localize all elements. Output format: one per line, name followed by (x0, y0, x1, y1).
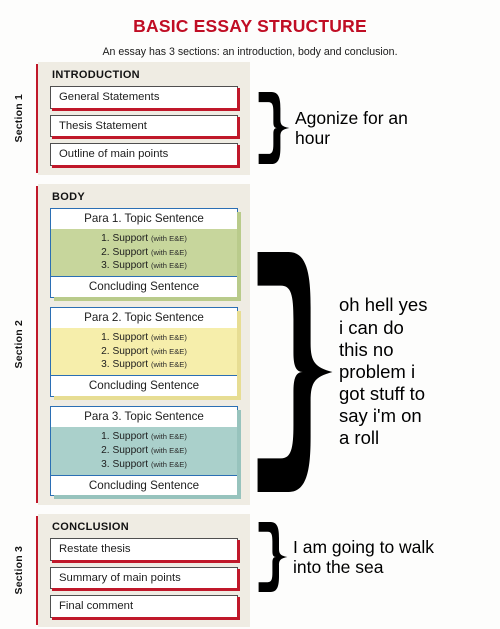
paragraph-card[interactable]: Para 1. Topic Sentence 1. Support (with E… (50, 207, 241, 301)
row-box[interactable]: Thesis Statement (50, 114, 240, 139)
paragraph-concluding-sentence: Concluding Sentence (51, 474, 237, 496)
section-panel: CONCLUSION Restate thesis Summary of main … (38, 514, 250, 627)
row-box[interactable]: Summary of main points (50, 566, 240, 591)
section-label-text: Section 3 (13, 546, 25, 595)
paragraph-support-block: 1. Support (with E&E) 2. Support (with E&… (51, 427, 237, 475)
section-heading: INTRODUCTION (52, 69, 140, 81)
support-note: (with E&E) (150, 333, 187, 343)
paragraph-shadow-right (237, 409, 241, 500)
section-label-column: Section 3 (0, 514, 38, 627)
support-label: 2. Support (101, 246, 149, 258)
intro-annotation-text: Agonize for an hour (295, 107, 408, 148)
section-1: Section 1 INTRODUCTION General Statements T… (0, 62, 250, 175)
intro-annotation: Agonize for an hour (258, 92, 408, 164)
paragraph-shadow-bottom (54, 296, 241, 301)
support-label: 2. Support (101, 345, 149, 357)
row-box[interactable]: Final comment (50, 595, 240, 620)
support-line: 1. Support (with E&E) (55, 232, 233, 246)
support-line: 1. Support (with E&E) (55, 430, 233, 444)
row-box[interactable]: Restate thesis (50, 538, 240, 563)
section-heading: BODY (52, 190, 85, 203)
row-box[interactable]: General Statements (50, 86, 240, 110)
paragraph-topic-sentence: Para 3. Topic Sentence (51, 406, 237, 428)
support-note: (with E&E) (150, 247, 187, 257)
section-label-column: Section 2 (0, 184, 38, 506)
body-annotation-text: oh hell yes i can do this no problem i g… (339, 294, 428, 449)
support-line: 1. Support (with E&E) (55, 331, 233, 345)
section-label-text: Section 2 (13, 320, 25, 369)
section-red-rule (35, 516, 38, 625)
paragraph-shadow-bottom (54, 495, 241, 500)
section-label-column: Section 1 (0, 62, 38, 175)
page-title: BASIC ESSAY STRUCTURE (133, 16, 367, 36)
support-line: 2. Support (with E&E) (55, 345, 233, 359)
support-note: (with E&E) (150, 445, 187, 455)
support-label: 3. Support (101, 458, 149, 470)
support-label: 3. Support (101, 359, 149, 371)
paragraph-shadow-bottom (54, 395, 241, 400)
support-label: 1. Support (101, 233, 149, 244)
support-note: (with E&E) (150, 261, 187, 271)
conclusion-annotation: I am going to walk into the sea (258, 522, 434, 592)
support-note: (with E&E) (150, 346, 187, 356)
support-label: 1. Support (101, 431, 149, 443)
support-label: 3. Support (101, 260, 149, 272)
diagram-column: Section 1 INTRODUCTION General Statements T… (0, 62, 250, 627)
support-label: 1. Support (101, 332, 149, 344)
paragraph-card[interactable]: Para 2. Topic Sentence 1. Support (with E… (50, 306, 241, 400)
paragraph-topic-sentence: Para 2. Topic Sentence (51, 307, 237, 329)
paragraph-support-block: 1. Support (with E&E) 2. Support (with E&… (51, 328, 237, 376)
section-label-text: Section 1 (13, 94, 25, 143)
row-box[interactable]: Outline of main points (50, 143, 240, 167)
curly-brace-icon (258, 522, 288, 592)
section-red-rule (35, 64, 38, 173)
section-label: Section 1 (0, 62, 38, 175)
page-subtitle: An essay has 3 sections: an introduction… (102, 46, 398, 58)
curly-brace-icon (257, 252, 333, 492)
curly-brace-icon (258, 92, 290, 164)
header: BASIC ESSAY STRUCTURE An essay has 3 sec… (0, 0, 500, 58)
paragraph-shadow-right (237, 310, 241, 400)
paragraph-topic-sentence: Para 1. Topic Sentence (51, 208, 237, 229)
section-panel: BODY Para 1. Topic Sentence 1. Support (wi… (38, 183, 250, 506)
section-label: Section 3 (0, 514, 38, 627)
support-note: (with E&E) (150, 459, 187, 469)
paragraph-shadow-right (237, 211, 241, 301)
section-3: Section 3 CONCLUSION Restate thesis Summary… (0, 514, 250, 627)
paragraph-concluding-sentence: Concluding Sentence (51, 276, 237, 297)
section-red-rule (35, 185, 38, 504)
support-label: 2. Support (101, 444, 149, 456)
support-line: 2. Support (with E&E) (55, 444, 233, 458)
section-label: Section 2 (0, 184, 38, 506)
section-panel: INTRODUCTION General Statements Thesis Sta… (38, 62, 250, 175)
paragraph-concluding-sentence: Concluding Sentence (51, 375, 237, 396)
support-line: 3. Support (with E&E) (55, 259, 233, 273)
essay-structure-infographic: BASIC ESSAY STRUCTURE An essay has 3 sec… (0, 0, 500, 629)
support-line: 2. Support (with E&E) (55, 246, 233, 260)
support-line: 3. Support (with E&E) (55, 458, 233, 472)
support-line: 3. Support (with E&E) (55, 358, 233, 372)
paragraph-card[interactable]: Para 3. Topic Sentence 1. Support (with E… (50, 405, 241, 500)
support-note: (with E&E) (150, 360, 187, 370)
support-note: (with E&E) (150, 432, 187, 442)
conclusion-annotation-text: I am going to walk into the sea (293, 536, 435, 577)
body-annotation: oh hell yes i can do this no problem i g… (256, 252, 427, 492)
paragraph-support-block: 1. Support (with E&E) 2. Support (with E&… (51, 229, 237, 277)
support-note: (with E&E) (150, 234, 187, 243)
section-heading: CONCLUSION (52, 521, 129, 534)
section-2: Section 2 BODY Para 1. Topic Sentence 1. Su… (0, 183, 250, 506)
